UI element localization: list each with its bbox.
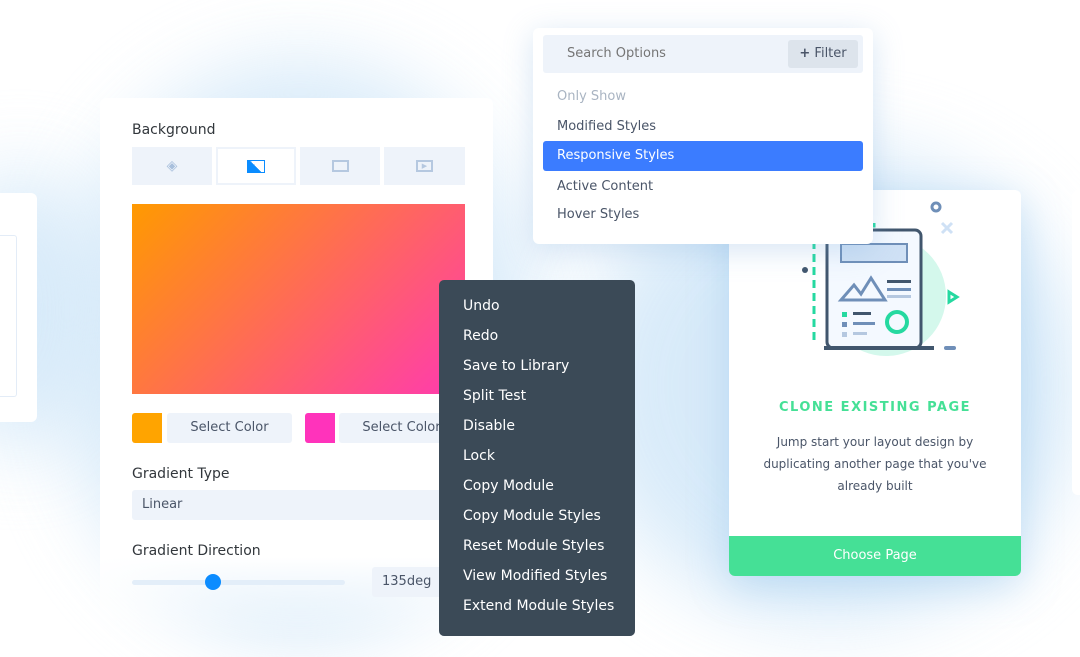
context-menu-item[interactable]: Save to Library [463, 358, 569, 374]
clone-card-title: CLONE EXISTING PAGE [778, 400, 972, 415]
plus-icon: + [799, 46, 811, 61]
context-menu-item[interactable]: Reset Module Styles [463, 538, 604, 554]
image-icon [331, 160, 349, 172]
select-color-1-button[interactable]: Select Color [167, 413, 292, 443]
left-partial-card [0, 193, 37, 422]
gradient-direction-label: Gradient Direction [132, 543, 261, 559]
filter-button[interactable]: + Filter [788, 40, 858, 68]
video-icon: ▶ [416, 160, 433, 172]
tab-color[interactable]: ◈ [132, 147, 212, 185]
context-menu-item[interactable]: Copy Module Styles [463, 508, 601, 524]
clone-card-description: Jump start your layout design by duplica… [763, 435, 987, 493]
gradient-direction-slider[interactable] [132, 574, 345, 590]
left-inner-box [0, 235, 17, 397]
search-input[interactable] [567, 46, 767, 61]
context-menu: Undo Redo Save to Library Split Test Disable… [439, 280, 635, 636]
context-menu-item[interactable]: Redo [463, 328, 498, 344]
context-menu-item[interactable]: View Modified Styles [463, 568, 607, 584]
right-partial-card [1072, 190, 1080, 495]
context-menu-item[interactable]: Split Test [463, 388, 526, 404]
context-menu-item[interactable]: Undo [463, 298, 500, 314]
gradient-type-select[interactable]: Linear [132, 490, 465, 520]
only-show-label: Only Show [557, 89, 626, 104]
slider-thumb[interactable] [204, 574, 221, 590]
tab-image[interactable] [300, 147, 380, 185]
context-menu-item[interactable]: Disable [463, 418, 515, 434]
background-tabs: ◈ ▶ [132, 147, 465, 185]
paint-bucket-icon: ◈ [166, 158, 178, 174]
option-label: Responsive Styles [557, 148, 675, 163]
background-title: Background [132, 122, 216, 138]
tab-gradient[interactable] [216, 147, 296, 185]
context-menu-item[interactable]: Lock [463, 448, 495, 464]
option-hover-styles[interactable]: Hover Styles [557, 207, 639, 222]
gradient-icon [247, 159, 265, 173]
color-swatch-1[interactable] [132, 413, 162, 443]
option-active-content[interactable]: Active Content [557, 179, 653, 194]
clone-page-card: CLONE EXISTING PAGE Jump start your layo… [729, 190, 1021, 576]
choose-page-button[interactable]: Choose Page [729, 536, 1021, 576]
search-options-input[interactable]: + Filter [543, 35, 863, 73]
filter-label: Filter [814, 46, 847, 61]
color-swatch-2[interactable] [305, 413, 335, 443]
option-modified-styles[interactable]: Modified Styles [557, 119, 656, 134]
gradient-type-label: Gradient Type [132, 466, 230, 482]
option-responsive-styles[interactable]: Responsive Styles [543, 141, 863, 171]
context-menu-item[interactable]: Copy Module [463, 478, 554, 494]
background-panel: Background ◈ ▶ Select Color Select Color… [100, 98, 493, 638]
search-options-dropdown: + Filter Only Show Modified Styles Respo… [533, 28, 873, 244]
tab-video[interactable]: ▶ [384, 147, 465, 185]
gradient-preview [132, 204, 465, 394]
context-menu-item[interactable]: Extend Module Styles [463, 598, 614, 614]
